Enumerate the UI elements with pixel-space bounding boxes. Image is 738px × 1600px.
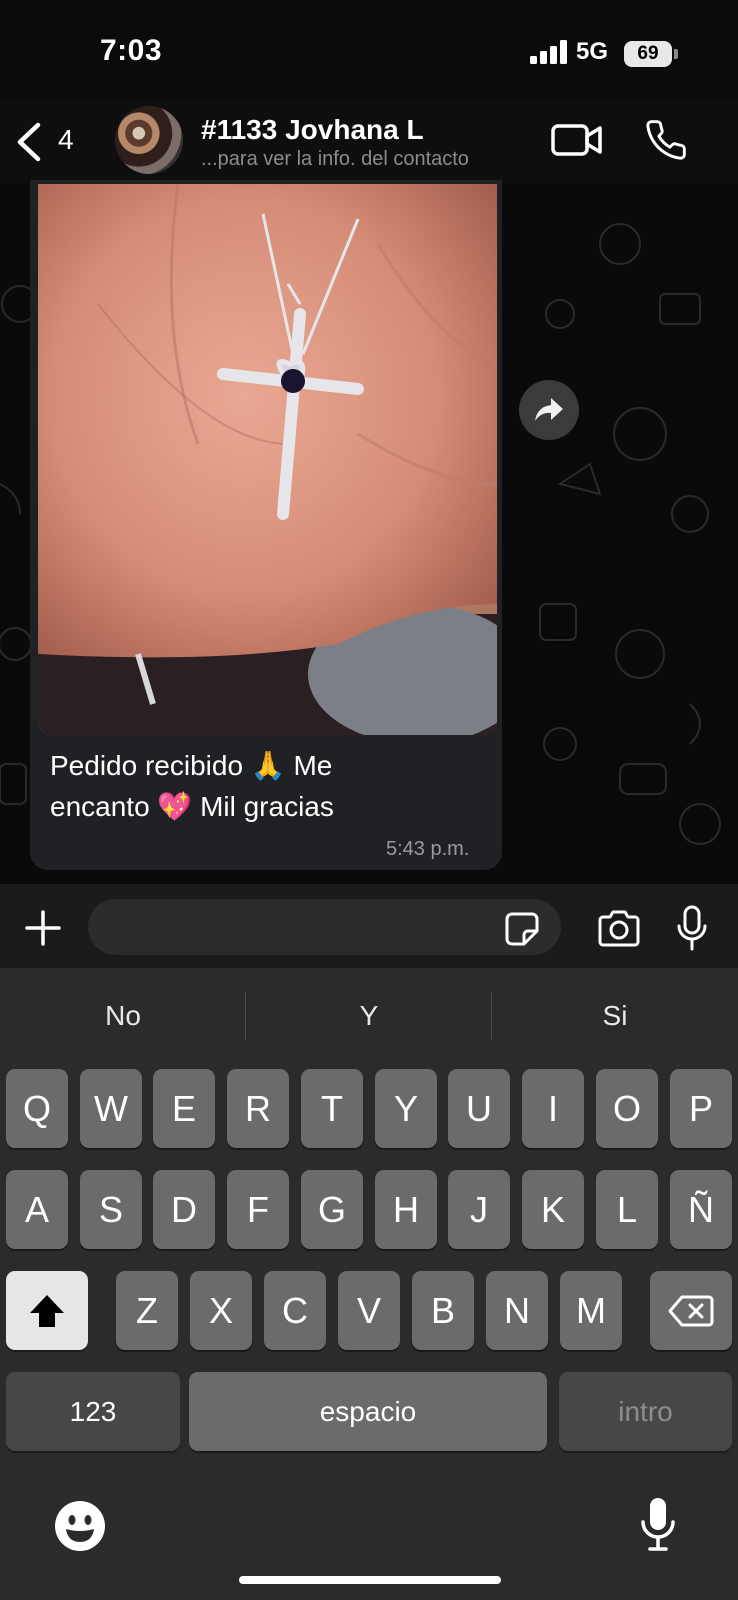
- battery-tip: [674, 49, 678, 59]
- voice-call-button[interactable]: [644, 118, 688, 162]
- message-time: 5:43 p.m.: [386, 838, 470, 860]
- contact-subtitle[interactable]: ...para ver la info. del contacto: [201, 148, 469, 171]
- key-r[interactable]: R: [227, 1069, 289, 1148]
- message-text-line1: Pedido recibido 🙏 Me: [50, 750, 333, 781]
- suggestion-2[interactable]: Y: [249, 1000, 489, 1032]
- microphone-icon: [677, 905, 707, 951]
- key-o[interactable]: O: [596, 1069, 658, 1148]
- voice-message-button[interactable]: [676, 904, 708, 952]
- space-key[interactable]: espacio: [189, 1372, 547, 1451]
- key-n[interactable]: N: [486, 1271, 548, 1350]
- plus-icon: [25, 910, 61, 946]
- forward-icon: [535, 398, 563, 421]
- key-w[interactable]: W: [80, 1069, 142, 1148]
- key-j[interactable]: J: [448, 1170, 510, 1249]
- microphone-icon: [641, 1498, 675, 1551]
- battery-icon: 69: [624, 41, 672, 67]
- forward-button[interactable]: [519, 380, 579, 440]
- home-indicator[interactable]: [239, 1576, 501, 1584]
- network-type: 5G: [576, 38, 609, 65]
- backspace-icon: [668, 1295, 714, 1327]
- message-text-line2: encanto 💖 Mil gracias: [50, 791, 334, 822]
- key-c[interactable]: C: [264, 1271, 326, 1350]
- key-z[interactable]: Z: [116, 1271, 178, 1350]
- key-k[interactable]: K: [522, 1170, 584, 1249]
- key-e[interactable]: E: [153, 1069, 215, 1148]
- key-s[interactable]: S: [80, 1170, 142, 1249]
- emoji-button[interactable]: [54, 1500, 106, 1552]
- key-g[interactable]: G: [301, 1170, 363, 1249]
- message-text: Pedido recibido 🙏 Me encanto 💖 Mil graci…: [50, 745, 490, 827]
- key-t[interactable]: T: [301, 1069, 363, 1148]
- key-x[interactable]: X: [190, 1271, 252, 1350]
- backspace-key[interactable]: [650, 1271, 732, 1350]
- contact-name[interactable]: #1133 Jovhana L: [201, 114, 424, 146]
- key-m[interactable]: M: [560, 1271, 622, 1350]
- shift-key[interactable]: [6, 1271, 88, 1350]
- camera-icon: [598, 910, 640, 947]
- return-key[interactable]: intro: [559, 1372, 732, 1451]
- key-h[interactable]: H: [375, 1170, 437, 1249]
- key-f[interactable]: F: [227, 1170, 289, 1249]
- numbers-key[interactable]: 123: [6, 1372, 180, 1451]
- chevron-left-icon: [17, 122, 41, 162]
- suggestion-divider: [245, 992, 246, 1040]
- sticker-icon: [505, 912, 539, 946]
- key-a[interactable]: A: [6, 1170, 68, 1249]
- attach-button[interactable]: [24, 909, 62, 947]
- status-time: 7:03: [100, 34, 163, 67]
- suggestion-divider: [491, 992, 492, 1040]
- signal-icon: [530, 40, 567, 64]
- phone-icon: [646, 120, 686, 160]
- key-l[interactable]: L: [596, 1170, 658, 1249]
- message-input[interactable]: [88, 899, 561, 955]
- suggestion-1[interactable]: No: [3, 1000, 243, 1032]
- back-button[interactable]: [14, 118, 94, 166]
- key-q[interactable]: Q: [6, 1069, 68, 1148]
- key-n-tilde[interactable]: Ñ: [670, 1170, 732, 1249]
- avatar[interactable]: [115, 106, 183, 174]
- camera-button[interactable]: [596, 908, 642, 948]
- unread-count: 4: [58, 124, 74, 155]
- key-i[interactable]: I: [522, 1069, 584, 1148]
- key-p[interactable]: P: [670, 1069, 732, 1148]
- key-b[interactable]: B: [412, 1271, 474, 1350]
- message-photo[interactable]: [38, 184, 497, 735]
- emoji-icon: [55, 1501, 105, 1551]
- suggestion-3[interactable]: Si: [495, 1000, 735, 1032]
- shift-icon: [30, 1295, 64, 1327]
- key-y[interactable]: Y: [375, 1069, 437, 1148]
- key-v[interactable]: V: [338, 1271, 400, 1350]
- dictation-button[interactable]: [640, 1496, 676, 1552]
- key-u[interactable]: U: [448, 1069, 510, 1148]
- sticker-button[interactable]: [504, 911, 540, 947]
- video-call-button[interactable]: [550, 120, 604, 160]
- video-camera-icon: [551, 124, 602, 156]
- key-d[interactable]: D: [153, 1170, 215, 1249]
